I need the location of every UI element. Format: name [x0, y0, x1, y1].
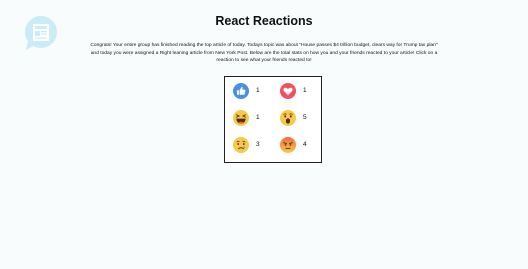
- article-description: Congrats! Your entire group has finished…: [90, 43, 438, 64]
- wow-icon[interactable]: [280, 110, 296, 126]
- reaction-like[interactable]: 1: [233, 83, 260, 99]
- love-count: 1: [303, 87, 307, 94]
- reaction-wow[interactable]: 5: [280, 110, 307, 126]
- reaction-sad[interactable]: 3: [233, 137, 260, 153]
- reaction-angry[interactable]: 4: [280, 137, 307, 153]
- angry-count: 4: [303, 141, 307, 148]
- reaction-haha[interactable]: 1: [233, 110, 260, 126]
- haha-icon[interactable]: [233, 110, 249, 126]
- like-icon[interactable]: [233, 83, 249, 99]
- reaction-love[interactable]: 1: [280, 83, 307, 99]
- sad-count: 3: [256, 141, 260, 148]
- wow-count: 5: [303, 114, 307, 121]
- reactions-panel: 1 1 1 5 3 4: [224, 76, 322, 163]
- page-title: React Reactions: [215, 14, 313, 28]
- like-count: 1: [256, 87, 260, 94]
- haha-count: 1: [256, 114, 260, 121]
- sad-icon[interactable]: [233, 137, 249, 153]
- love-icon[interactable]: [280, 83, 296, 99]
- angry-icon[interactable]: [280, 137, 296, 153]
